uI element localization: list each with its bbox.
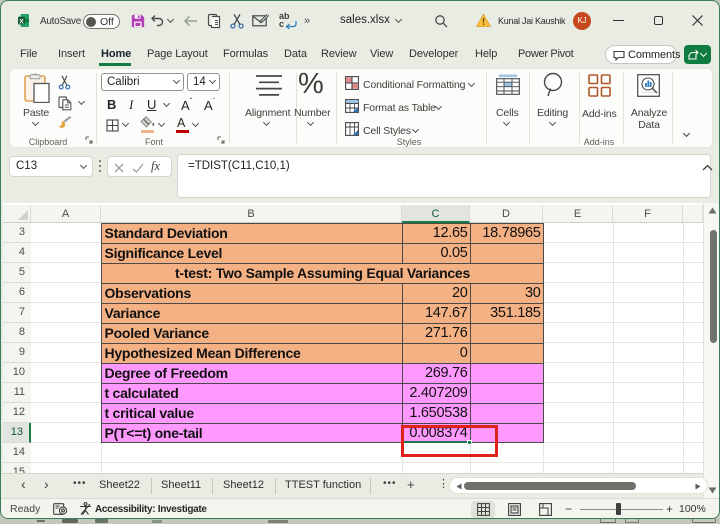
svg-text:X: X [19, 18, 24, 25]
